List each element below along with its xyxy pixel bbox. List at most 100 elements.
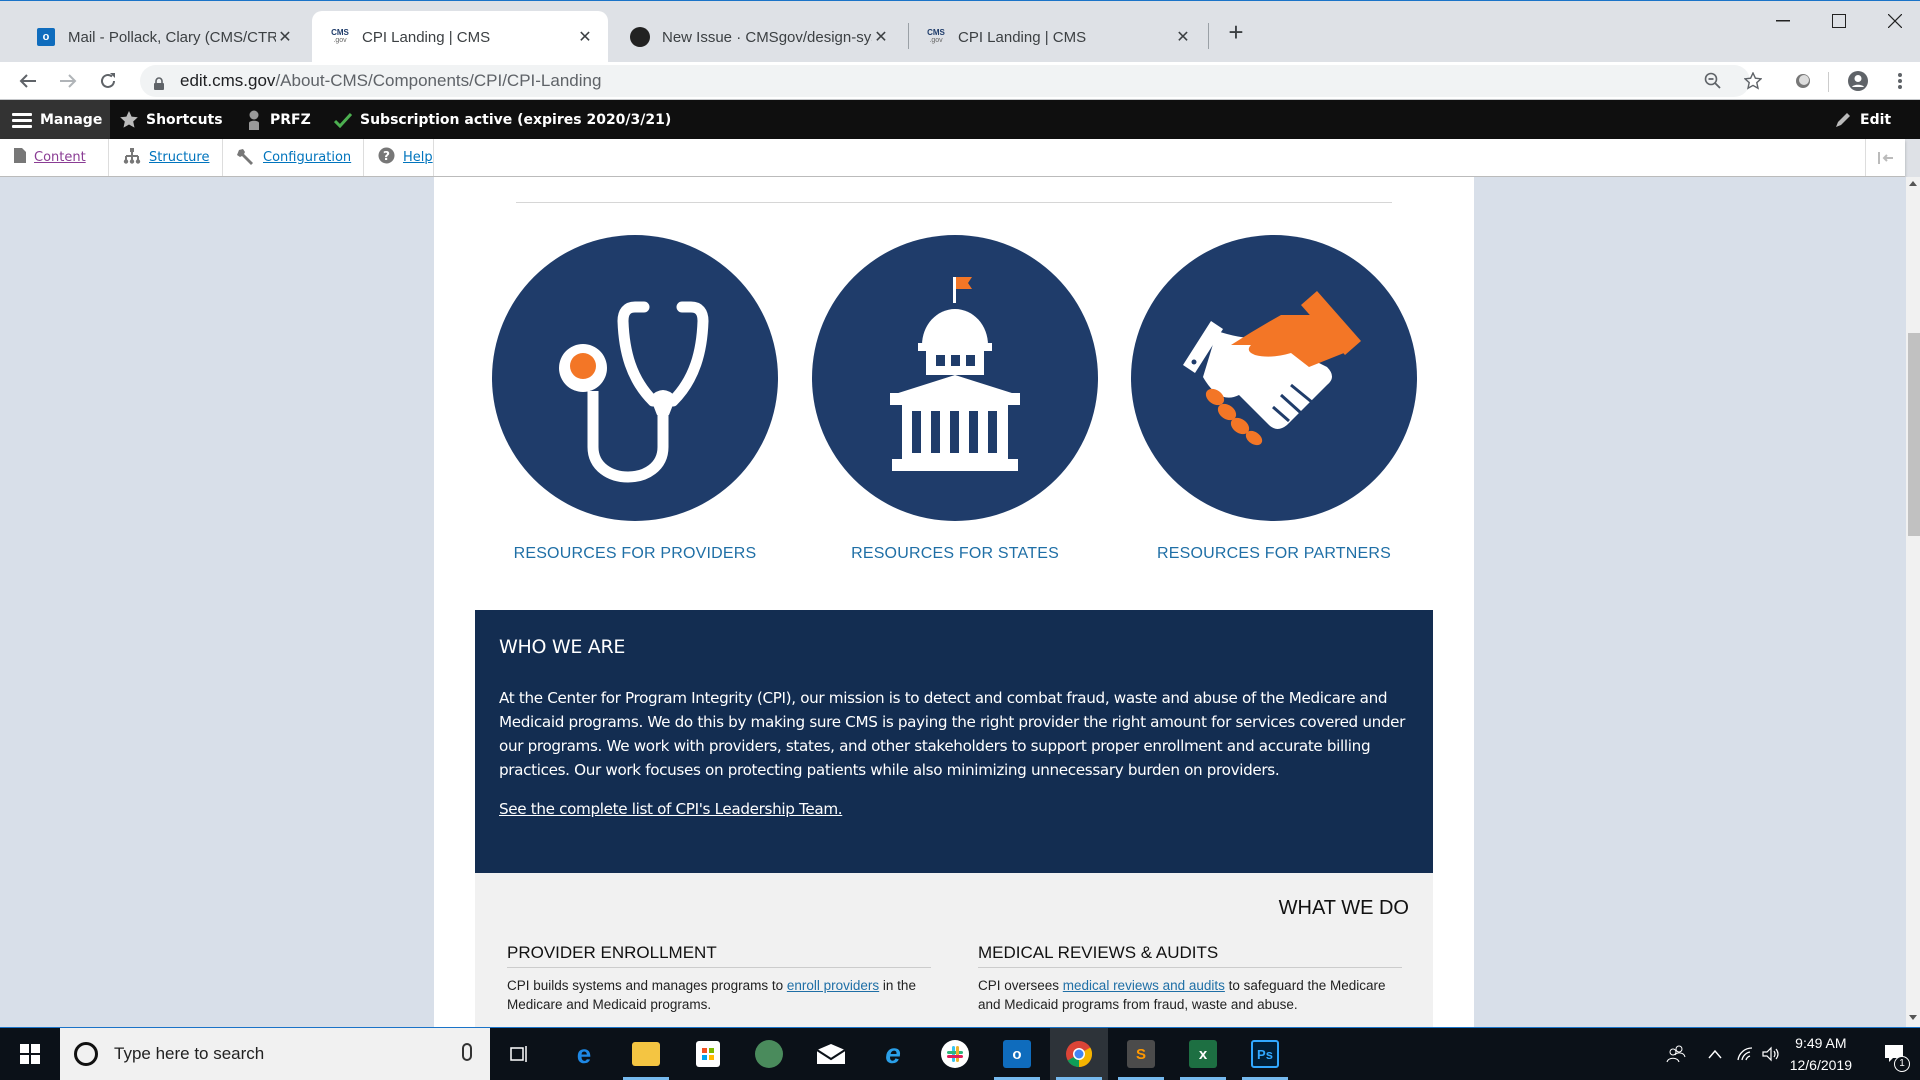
close-tab-icon[interactable]: ✕ (576, 27, 594, 47)
tray-item-configuration[interactable]: Configuration (223, 139, 364, 176)
tab-cpi-landing[interactable]: CMS .gov CPI Landing | CMS ✕ (908, 11, 1206, 63)
page-scrollbar[interactable] (1906, 177, 1920, 1028)
people-icon[interactable] (1666, 1045, 1686, 1063)
internet-explorer-icon: e (885, 1038, 901, 1069)
who-we-are-section: WHO WE ARE At the Center for Program Int… (475, 610, 1433, 873)
slack-icon (941, 1040, 969, 1068)
notification-badge: 1 (1894, 1056, 1910, 1072)
task-view-button[interactable] (490, 1028, 548, 1080)
system-tray: 9:49 AM 12/6/2019 1 (1666, 1028, 1920, 1080)
taskbar-outlook[interactable]: o (988, 1028, 1046, 1080)
resource-providers[interactable]: RESOURCES FOR PROVIDERS (485, 235, 785, 563)
partners-circle[interactable] (1131, 235, 1417, 521)
close-tab-icon[interactable]: ✕ (276, 27, 294, 47)
clock-time: 9:49 AM (1795, 1035, 1847, 1051)
extension-icon (1796, 74, 1810, 88)
bookmark-button[interactable] (1737, 65, 1769, 97)
taskbar-file-explorer[interactable] (617, 1028, 675, 1080)
zoom-button[interactable] (1697, 65, 1729, 97)
profile-button[interactable] (1842, 65, 1874, 97)
extension-button[interactable] (1787, 65, 1819, 97)
reload-icon (101, 73, 115, 88)
user-label: PRFZ (270, 111, 311, 128)
states-circle[interactable] (812, 235, 1098, 521)
new-tab-button[interactable]: + (1222, 19, 1250, 47)
scrollbar-thumb[interactable] (1908, 333, 1920, 536)
manage-label: Manage (40, 111, 103, 128)
providers-circle[interactable] (492, 235, 778, 521)
resource-states[interactable]: RESOURCES FOR STATES (805, 235, 1105, 563)
help-link[interactable]: Help (403, 150, 433, 165)
close-tab-icon[interactable]: ✕ (1174, 27, 1192, 47)
resources-states-link[interactable]: RESOURCES FOR STATES (805, 545, 1105, 563)
tab-title: New Issue · CMSgov/design-syst (662, 28, 872, 46)
globe-icon (755, 1040, 783, 1068)
enroll-providers-link[interactable]: enroll providers (787, 978, 879, 993)
start-button[interactable] (0, 1028, 60, 1080)
taskbar-mail[interactable] (802, 1028, 860, 1080)
leadership-team-link[interactable]: See the complete list of CPI's Leadershi… (499, 800, 843, 818)
task-view-icon (510, 1046, 527, 1062)
kebab-menu-icon (1898, 73, 1902, 89)
minimize-button[interactable] (1760, 5, 1806, 37)
subscription-label: Subscription active (expires 2020/3/21) (360, 111, 672, 128)
close-tab-icon[interactable]: ✕ (872, 27, 890, 47)
mail-icon (817, 1044, 845, 1064)
taskbar-chrome[interactable] (1050, 1028, 1108, 1080)
tray-item-help[interactable]: ? Help (364, 139, 434, 176)
resources-partners-link[interactable]: RESOURCES FOR PARTNERS (1124, 545, 1424, 563)
tray-item-content[interactable]: Content (0, 139, 109, 176)
subscription-status[interactable]: Subscription active (expires 2020/3/21) (334, 100, 671, 139)
shortcuts-button[interactable]: Shortcuts (120, 100, 223, 139)
structure-link[interactable]: Structure (149, 150, 209, 165)
back-button[interactable] (12, 65, 44, 97)
maximize-button[interactable] (1816, 5, 1862, 37)
resource-partners[interactable]: RESOURCES FOR PARTNERS (1124, 235, 1424, 563)
tab-cpi-landing-active[interactable]: CMS .gov CPI Landing | CMS ✕ (312, 11, 608, 63)
photoshop-icon: Ps (1251, 1040, 1279, 1068)
close-window-button[interactable] (1872, 5, 1918, 37)
taskbar-store[interactable] (679, 1028, 737, 1080)
taskbar-network-app[interactable] (740, 1028, 798, 1080)
page-viewport: RESOURCES FOR PROVIDERS RESOURCES FOR ST… (0, 177, 1906, 1028)
edit-button[interactable]: Edit (1834, 100, 1891, 139)
resources-providers-link[interactable]: RESOURCES FOR PROVIDERS (485, 545, 785, 563)
address-bar[interactable]: edit.cms.gov/About-CMS/Components/CPI/CP… (140, 65, 1750, 97)
wifi-icon[interactable] (1736, 1046, 1754, 1062)
scroll-up-icon[interactable] (1909, 181, 1917, 186)
star-icon (1744, 72, 1762, 90)
sitemap-icon (123, 147, 141, 168)
taskbar-internet-explorer[interactable]: e (864, 1028, 922, 1080)
reload-button[interactable] (92, 65, 124, 97)
scroll-down-icon[interactable] (1909, 1015, 1917, 1020)
microphone-icon[interactable] (462, 1043, 472, 1061)
browser-toolbar: edit.cms.gov/About-CMS/Components/CPI/CP… (0, 62, 1920, 100)
volume-icon[interactable] (1762, 1046, 1780, 1062)
medical-reviews-link[interactable]: medical reviews and audits (1063, 978, 1225, 993)
clock-date: 12/6/2019 (1789, 1057, 1852, 1073)
manage-button[interactable]: Manage (0, 100, 110, 139)
taskbar-search[interactable]: Type here to search (60, 1028, 490, 1080)
taskbar-excel[interactable]: x (1174, 1028, 1232, 1080)
tray-item-structure[interactable]: Structure (109, 139, 223, 176)
tray-orientation-toggle[interactable] (1865, 139, 1905, 176)
wrench-icon (237, 147, 255, 169)
taskbar-photoshop[interactable]: Ps (1236, 1028, 1294, 1080)
forward-button[interactable] (52, 65, 84, 97)
clock[interactable]: 9:49 AM 12/6/2019 (1790, 1032, 1852, 1076)
chrome-icon (1066, 1041, 1093, 1068)
taskbar-edge[interactable]: e (555, 1028, 613, 1080)
medical-reviews-card: MEDICAL REVIEWS & AUDITS CPI oversees me… (978, 943, 1402, 1014)
menu-button[interactable] (1884, 65, 1916, 97)
action-center-button[interactable]: 1 (1874, 1028, 1914, 1080)
taskbar-slack[interactable] (926, 1028, 984, 1080)
user-button[interactable]: PRFZ (246, 100, 311, 139)
taskbar-sublime-text[interactable]: S (1112, 1028, 1170, 1080)
tab-mail[interactable]: o Mail - Pollack, Clary (CMS/CTR) - ✕ (18, 11, 308, 63)
configuration-link[interactable]: Configuration (263, 150, 351, 165)
outlook-icon: o (1003, 1040, 1031, 1068)
tab-github-new-issue[interactable]: New Issue · CMSgov/design-syst ✕ (612, 11, 904, 63)
what-we-do-heading: WHAT WE DO (1278, 897, 1409, 919)
content-link[interactable]: Content (34, 150, 86, 165)
chevron-up-icon[interactable] (1708, 1049, 1722, 1059)
